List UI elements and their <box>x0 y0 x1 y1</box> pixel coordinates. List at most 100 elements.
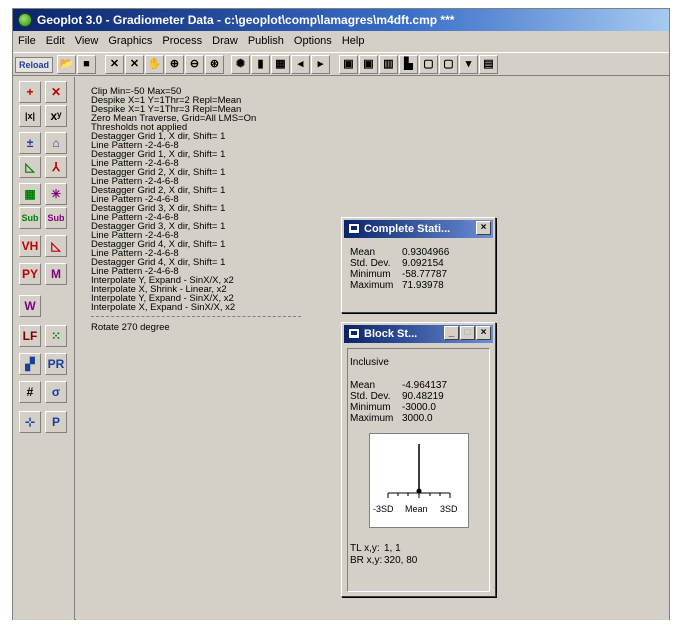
edge-tool-button[interactable]: ◺ <box>19 156 41 178</box>
interpolate-icon: ▦ <box>24 187 36 201</box>
open-folder-button[interactable]: 📂 <box>57 55 76 74</box>
zoom-fit-button[interactable]: ⊛ <box>205 55 224 74</box>
menu-draw[interactable]: Draw <box>207 32 243 51</box>
palette-icon: ✺ <box>235 58 246 70</box>
grid-view-3-icon: ▥ <box>383 58 394 70</box>
high-pass-icon: VH <box>21 239 39 253</box>
log-tool-button[interactable]: LF <box>19 325 41 347</box>
history-entry: Destagger Grid 4, X dir, Shift= 1 <box>91 258 226 267</box>
complete-statistics-titlebar[interactable]: Complete Stati... <box>344 220 493 238</box>
window-icon <box>348 223 360 234</box>
report-icon: ▤ <box>483 58 494 70</box>
history-entry: Line Pattern -2-4-6-8 <box>91 177 179 186</box>
block-statistics-title: Block St... <box>364 328 418 340</box>
compass-tool-button[interactable]: ⊹ <box>19 411 41 433</box>
title-bar[interactable]: Geoplot 3.0 - Gradiometer Data - c:\geop… <box>13 9 669 31</box>
history-entry: Line Pattern -2-4-6-8 <box>91 213 179 222</box>
histogram-button[interactable]: ▙ <box>399 55 418 74</box>
dropdown-icon: ▾ <box>465 58 472 70</box>
add-tool-button[interactable]: + <box>19 81 41 103</box>
despike-tool-button[interactable]: |x| <box>19 105 41 127</box>
grid-dots-tool-button[interactable]: ⁙ <box>45 325 67 347</box>
sigma-tool-button[interactable]: σ <box>45 381 67 403</box>
grid-view-2-button[interactable]: ▣ <box>359 55 378 74</box>
window-1-button[interactable]: ▢ <box>419 55 438 74</box>
br-coordinates: BR x,y: 320, 80 <box>350 555 418 566</box>
history-entry: Line Pattern -2-4-6-8 <box>91 195 179 204</box>
periodic-m-tool-button[interactable]: M <box>45 263 67 285</box>
close-button[interactable]: × <box>476 221 491 235</box>
window-2-button[interactable]: ▢ <box>439 55 458 74</box>
cross-arrows-button[interactable]: ✕ <box>125 55 144 74</box>
add-icon: + <box>26 85 34 99</box>
pseudo-tool-button[interactable]: PR <box>45 353 67 375</box>
grid-view-1-button[interactable]: ▣ <box>339 55 358 74</box>
power-tool-button[interactable]: xʸ <box>45 105 67 127</box>
spike-tool-button[interactable]: ✳ <box>45 183 67 205</box>
grid-bars-button[interactable]: ▮ <box>251 55 270 74</box>
minimize-button[interactable]: _ <box>444 326 459 340</box>
grid-view-2-icon: ▣ <box>363 58 374 70</box>
periodic-y-tool-button[interactable]: PY <box>19 263 41 285</box>
inclusive-label: Inclusive <box>350 357 389 368</box>
menu-publish[interactable]: Publish <box>243 32 289 51</box>
save-disk-icon: ■ <box>83 58 90 70</box>
zero-mean-tool-button[interactable]: ± <box>19 132 41 154</box>
history-entry: Destagger Grid 1, X dir, Shift= 1 <box>91 150 226 159</box>
history-entry: Destagger Grid 3, X dir, Shift= 1 <box>91 204 226 213</box>
history-separator <box>91 316 301 317</box>
menu-help[interactable]: Help <box>337 32 370 51</box>
menu-graphics[interactable]: Graphics <box>103 32 157 51</box>
reload-button[interactable]: Reload <box>15 57 53 73</box>
distribution-plot: -3SD Mean 3SD <box>373 444 458 514</box>
print-tool-button[interactable]: P <box>45 411 67 433</box>
dropdown-button[interactable]: ▾ <box>459 55 478 74</box>
clip-icon: ✕ <box>50 85 62 99</box>
history-entry: Line Pattern -2-4-6-8 <box>91 141 179 150</box>
close-button[interactable]: × <box>476 326 491 340</box>
history-entry: Interpolate Y, Expand - SinX/X, x2 <box>91 276 234 285</box>
window-title: Geoplot 3.0 - Gradiometer Data - c:\geop… <box>37 13 455 27</box>
menu-view[interactable]: View <box>70 32 104 51</box>
report-button[interactable]: ▤ <box>479 55 498 74</box>
process-toolbox: + ✕ |x| xʸ ± ⌂ ◺ ⅄ ▦ ✳ Sub Sub VH ◺ PY M W LF ⁙ ▞ PR # σ ⊹ P <box>13 77 75 620</box>
menu-process[interactable]: Process <box>157 32 207 51</box>
sub-2-tool-button[interactable]: Sub <box>45 207 67 229</box>
hash-icon: # <box>26 385 34 399</box>
zoom-out-button[interactable]: ⊖ <box>185 55 204 74</box>
traverse-tool-button[interactable]: ⌂ <box>45 132 67 154</box>
palette-button[interactable]: ✺ <box>231 55 250 74</box>
high-pass-tool-button[interactable]: VH <box>19 235 41 257</box>
stat-row-mean: Mean 0.9304966 <box>350 247 450 258</box>
history-entry: Zero Mean Traverse, Grid=All LMS=On <box>91 114 257 123</box>
menu-file[interactable]: File <box>13 32 41 51</box>
stagger-tool-button[interactable]: ▞ <box>19 353 41 375</box>
mesh-button[interactable]: ▦ <box>271 55 290 74</box>
grid-dots-icon: ⁙ <box>50 329 62 343</box>
wallis-tool-button[interactable]: W <box>19 295 41 317</box>
sub-1-tool-button[interactable]: Sub <box>19 207 41 229</box>
hand-button[interactable]: ✋ <box>145 55 164 74</box>
periodic-y-icon: PY <box>21 267 38 281</box>
zoom-in-button[interactable]: ⊕ <box>165 55 184 74</box>
peak-tool-button[interactable]: ⅄ <box>45 156 67 178</box>
geoplot-app-icon <box>18 13 32 27</box>
menu-options[interactable]: Options <box>289 32 337 51</box>
hash-tool-button[interactable]: # <box>19 381 41 403</box>
shift-left-button[interactable]: ◂ <box>291 55 310 74</box>
shift-right-button[interactable]: ▸ <box>311 55 330 74</box>
grid-view-3-button[interactable]: ▥ <box>379 55 398 74</box>
crosshair-button[interactable]: ✕ <box>105 55 124 74</box>
history-entry: Destagger Grid 2, X dir, Shift= 1 <box>91 168 226 177</box>
zoom-out-icon: ⊖ <box>189 58 200 70</box>
crosshair-icon: ✕ <box>109 58 120 70</box>
clip-tool-button[interactable]: ✕ <box>45 81 67 103</box>
low-pass-tool-button[interactable]: ◺ <box>45 235 67 257</box>
maximize-button[interactable]: □ <box>460 326 475 340</box>
hand-icon: ✋ <box>147 58 162 70</box>
axis-ticks <box>387 493 451 498</box>
menu-edit[interactable]: Edit <box>41 32 70 51</box>
save-disk-button[interactable]: ■ <box>77 55 96 74</box>
zero-mean-icon: ± <box>26 136 34 150</box>
interpolate-tool-button[interactable]: ▦ <box>19 183 41 205</box>
